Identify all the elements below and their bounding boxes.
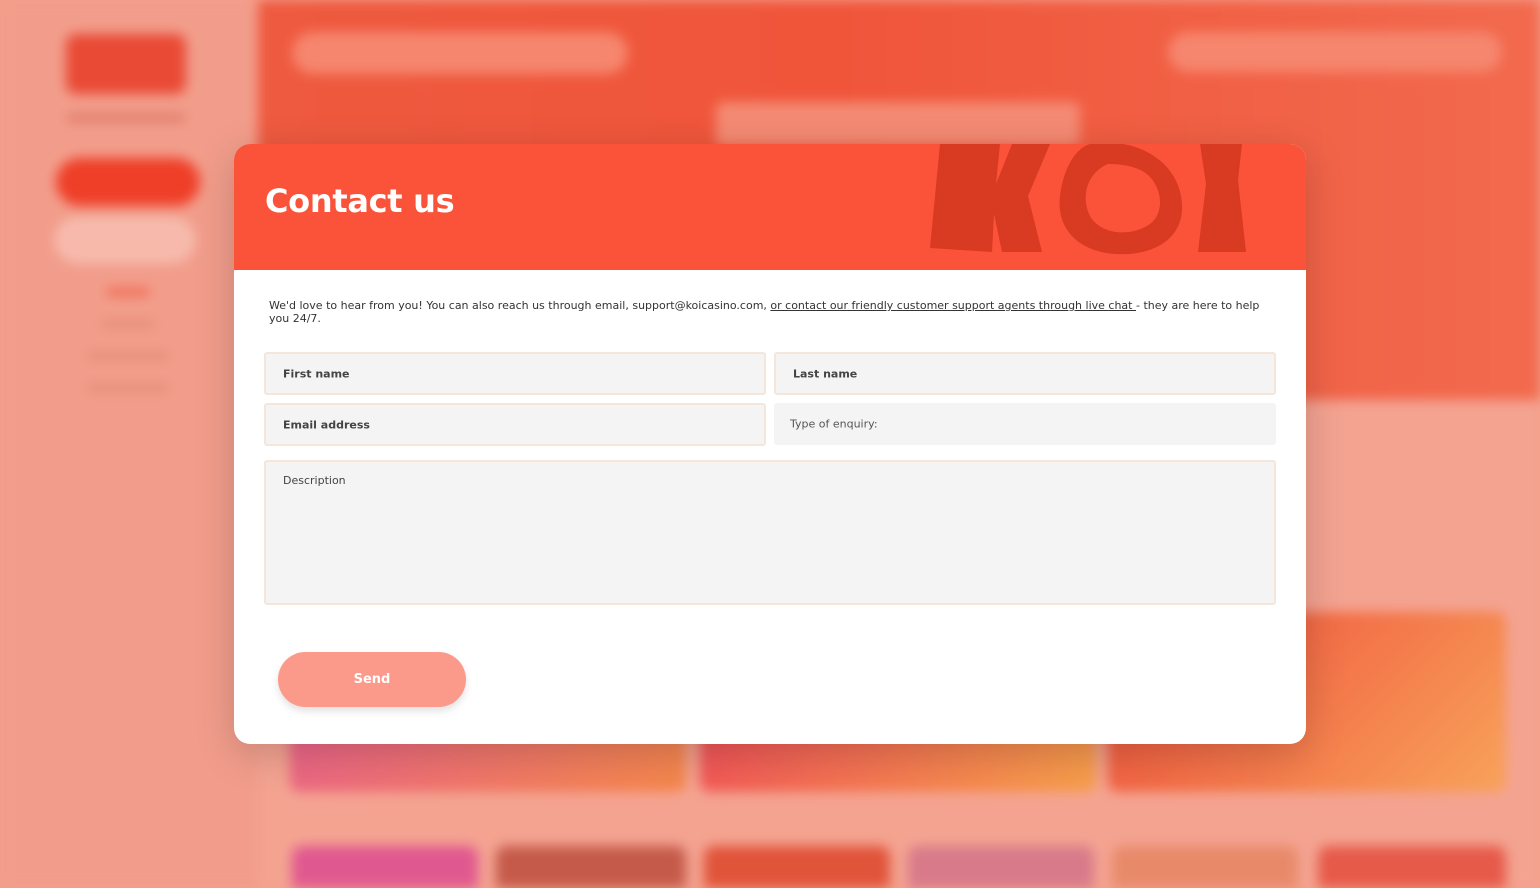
first-name-label: First name (283, 367, 350, 380)
background-nav-item (86, 384, 170, 392)
background-game-tile (292, 846, 478, 888)
background-game-tile (704, 846, 890, 888)
header-wave-edge (234, 258, 1306, 268)
background-banner (716, 102, 1080, 146)
intro-prefix: We'd love to hear from you! You can also… (269, 299, 771, 312)
background-game-tile (496, 846, 686, 888)
background-game-tile (1112, 846, 1298, 888)
background-game-tile (908, 846, 1094, 888)
last-name-label: Last name (793, 367, 858, 380)
background-nav-item (86, 352, 170, 360)
background-search-bar (292, 32, 628, 74)
last-name-field[interactable]: Last name (774, 352, 1276, 395)
live-chat-link[interactable]: or contact our friendly customer support… (770, 299, 1136, 312)
intro-text: We'd love to hear from you! You can also… (269, 299, 1279, 325)
background-nav-item (106, 288, 150, 296)
background-account-bar (1168, 32, 1502, 72)
email-field[interactable]: Email address (264, 403, 766, 446)
email-label: Email address (283, 418, 370, 431)
description-label: Description (283, 474, 346, 487)
background-primary-button (56, 158, 200, 206)
modal-title: Contact us (265, 182, 455, 220)
koi-logo-watermark (930, 144, 1246, 255)
description-textarea[interactable]: Description (264, 460, 1276, 605)
background-nav-item (100, 320, 156, 328)
background-game-tile (1318, 846, 1506, 888)
background-logo (66, 34, 186, 94)
background-sidebar (0, 0, 258, 888)
contact-modal: Contact us We'd love to hear from you! Y… (234, 144, 1306, 744)
first-name-field[interactable]: First name (264, 352, 766, 395)
background-secondary-button (56, 218, 194, 262)
enquiry-type-select[interactable]: Type of enquiry: (774, 403, 1276, 445)
enquiry-type-label: Type of enquiry: (790, 417, 878, 431)
send-button[interactable]: Send (278, 652, 466, 707)
background-logo-tagline (66, 114, 186, 122)
modal-header: Contact us (234, 144, 1306, 270)
